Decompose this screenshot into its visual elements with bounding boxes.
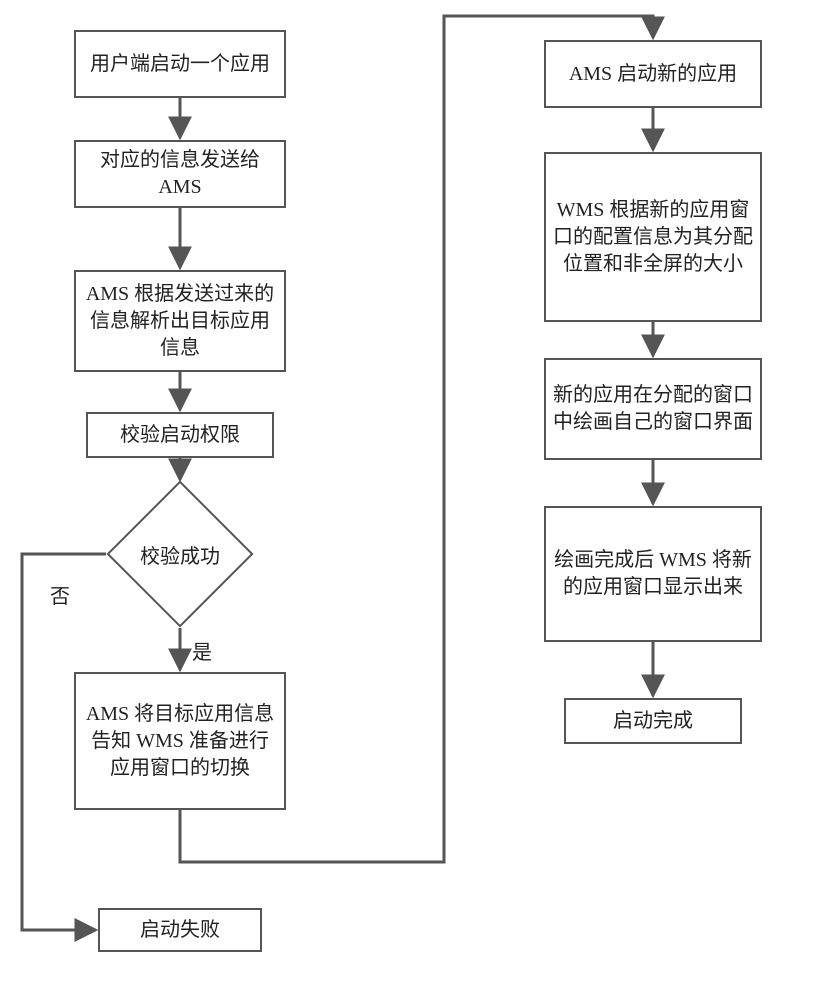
box-start-failed: 启动失败 [98, 908, 262, 952]
box-new-app-draw: 新的应用在分配的窗口中绘画自己的窗口界面 [544, 358, 762, 460]
box-text: 用户端启动一个应用 [90, 51, 270, 78]
box-send-to-ams: 对应的信息发送给 AMS [74, 140, 286, 208]
box-text: 启动完成 [613, 708, 693, 735]
diamond-label: 校验成功 [128, 502, 232, 606]
box-text: AMS 将目标应用信息告知 WMS 准备进行应用窗口的切换 [82, 701, 278, 782]
box-verify-permission: 校验启动权限 [86, 412, 274, 458]
box-ams-start-new: AMS 启动新的应用 [544, 40, 762, 108]
edge-label-no: 否 [50, 580, 70, 609]
box-text: AMS 启动新的应用 [569, 61, 737, 88]
box-user-start-app: 用户端启动一个应用 [74, 30, 286, 98]
edge-label-yes: 是 [192, 636, 212, 665]
box-ams-notify-wms: AMS 将目标应用信息告知 WMS 准备进行应用窗口的切换 [74, 672, 286, 810]
box-wms-display: 绘画完成后 WMS 将新的应用窗口显示出来 [544, 506, 762, 642]
box-ams-parse: AMS 根据发送过来的信息解析出目标应用信息 [74, 270, 286, 372]
box-start-complete: 启动完成 [564, 698, 742, 744]
box-text: 启动失败 [140, 917, 220, 944]
decision-verify-success: 校验成功 [128, 502, 232, 606]
box-text: 绘画完成后 WMS 将新的应用窗口显示出来 [552, 547, 754, 601]
box-text: 新的应用在分配的窗口中绘画自己的窗口界面 [552, 382, 754, 436]
box-text: WMS 根据新的应用窗口的配置信息为其分配位置和非全屏的大小 [552, 197, 754, 278]
box-text: 对应的信息发送给 AMS [82, 147, 278, 201]
box-text: 校验启动权限 [120, 422, 240, 449]
box-wms-allocate: WMS 根据新的应用窗口的配置信息为其分配位置和非全屏的大小 [544, 152, 762, 322]
flowchart-canvas: 用户端启动一个应用 对应的信息发送给 AMS AMS 根据发送过来的信息解析出目… [0, 0, 820, 1000]
box-text: AMS 根据发送过来的信息解析出目标应用信息 [82, 281, 278, 362]
